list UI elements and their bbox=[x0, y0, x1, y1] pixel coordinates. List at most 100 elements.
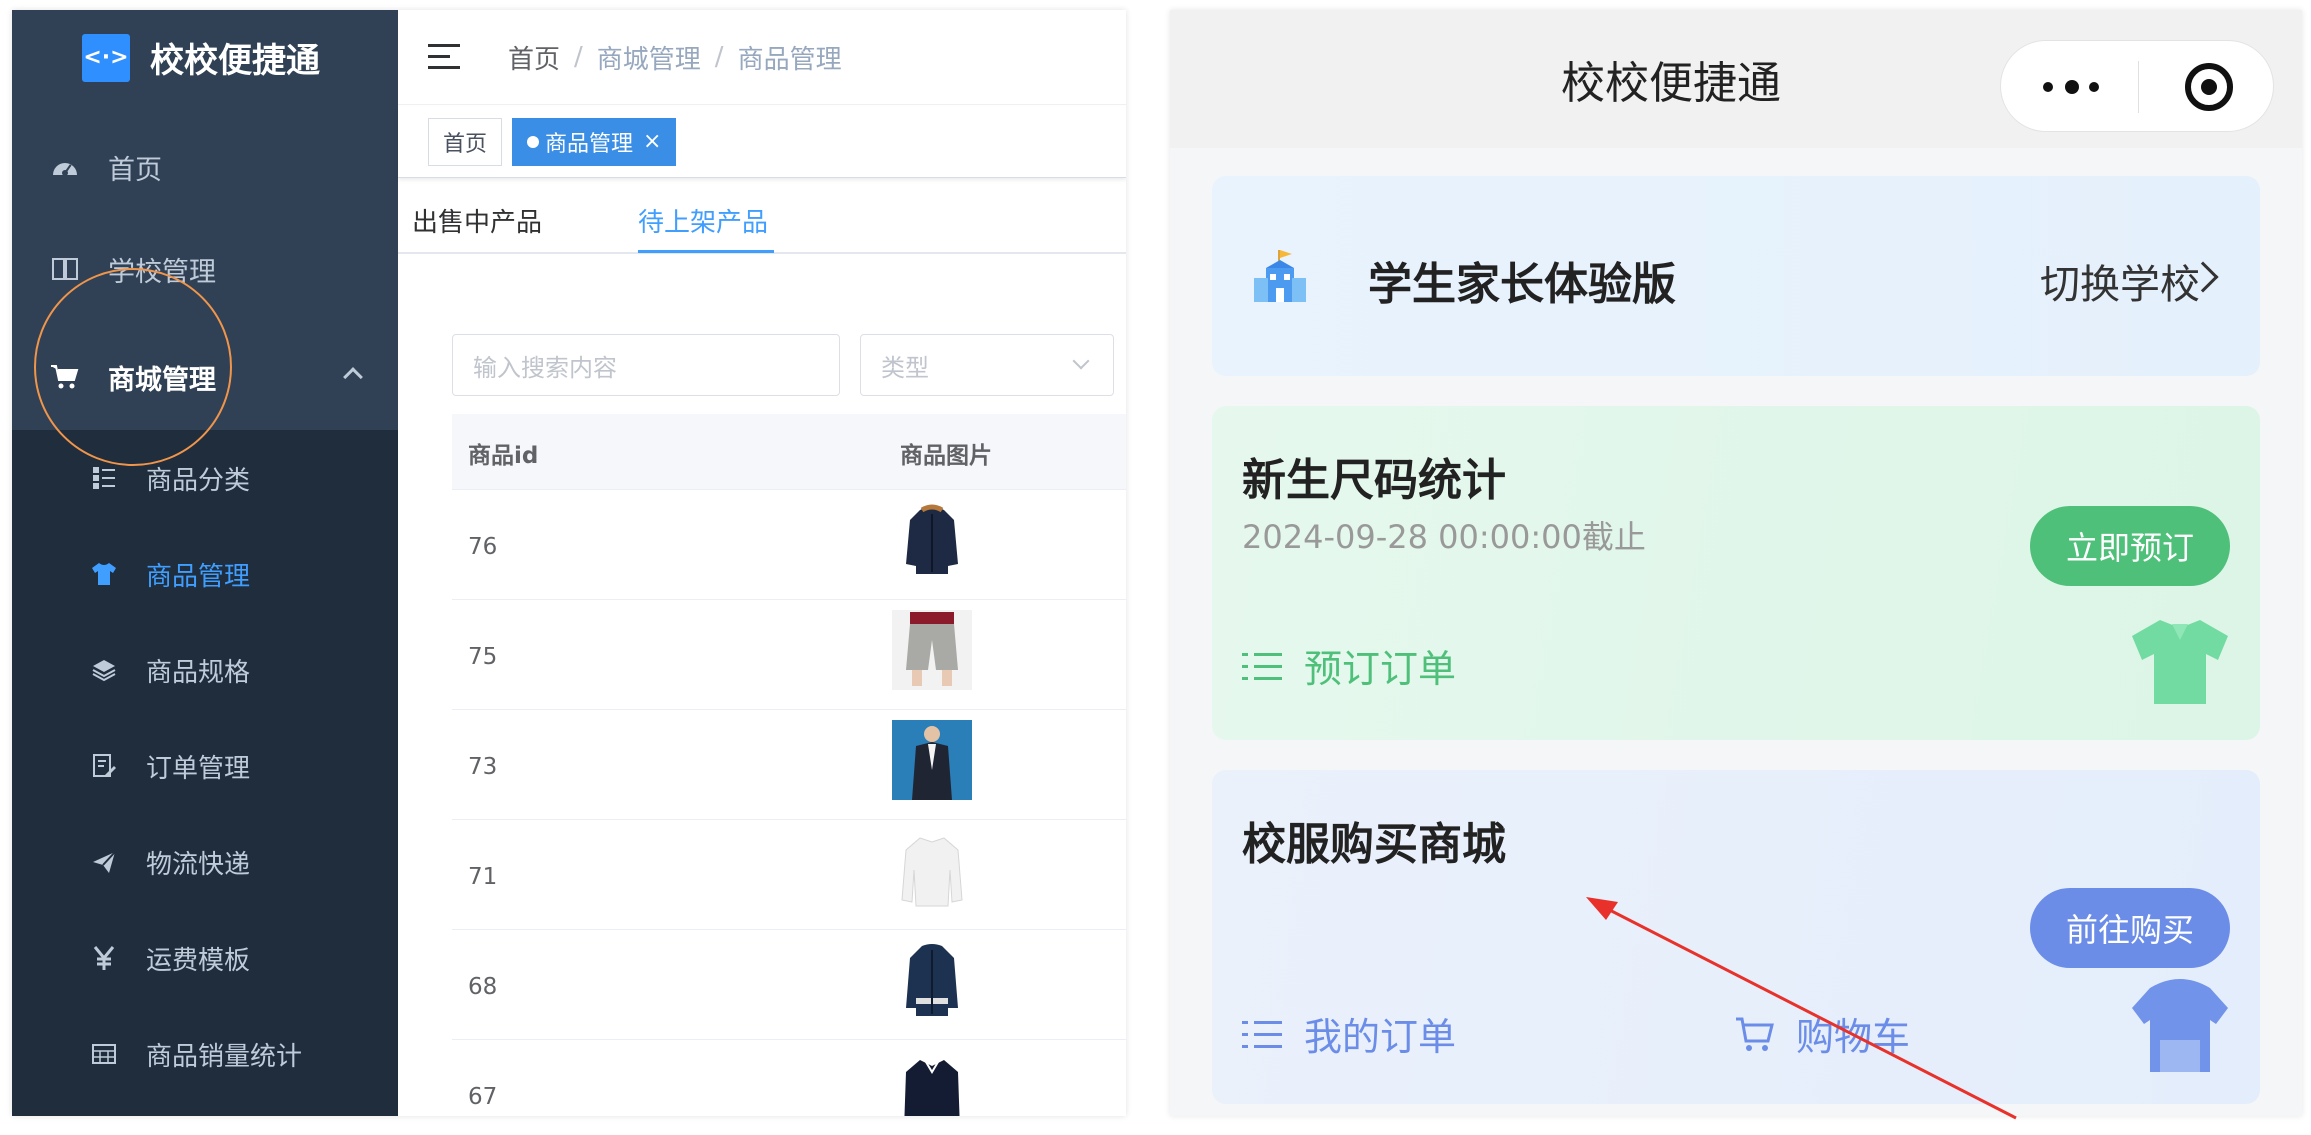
shirt-icon bbox=[88, 558, 120, 590]
submenu-mall: 商品分类 商品管理 商品规格 订单管理 物流快递 运费模板 商品销量统计 bbox=[12, 430, 398, 1116]
submenu-item-label: 订单管理 bbox=[146, 753, 251, 784]
table-row[interactable]: 71 bbox=[452, 820, 1126, 930]
more-dots-icon[interactable] bbox=[2043, 79, 2103, 95]
uniform-shop-card: 校服购买商城 前往购买 我的订单 购物车 bbox=[1212, 770, 2260, 1104]
tag-products[interactable]: 商品管理 × bbox=[512, 117, 677, 166]
cart-icon bbox=[1736, 1017, 1774, 1051]
cell-product-id: 73 bbox=[468, 754, 498, 780]
annotation-circle bbox=[34, 268, 232, 466]
navy-parka-thumbnail bbox=[892, 500, 972, 580]
close-icon[interactable]: × bbox=[643, 129, 661, 154]
active-dot-icon bbox=[527, 135, 540, 148]
category-icon bbox=[88, 462, 120, 494]
sidebar-logo[interactable]: <·> 校校便捷通 bbox=[12, 10, 398, 105]
type-select[interactable]: 类型 bbox=[860, 334, 1114, 396]
layers-icon bbox=[88, 654, 120, 686]
table-row[interactable]: 67 bbox=[452, 1040, 1126, 1116]
tab-selling[interactable]: 出售中产品 bbox=[412, 202, 542, 239]
submenu-item-label: 运费模板 bbox=[146, 945, 251, 976]
capsule-menu bbox=[2000, 40, 2274, 132]
table-header: 商品id 商品图片 bbox=[452, 414, 1126, 490]
table-row[interactable]: 76 bbox=[452, 490, 1126, 600]
tag-home[interactable]: 首页 bbox=[428, 117, 503, 166]
mini-program-screen: 校校便捷通 学生家长体验版 切换学校 新生尺码统计 2024-09-28 00:… bbox=[1170, 10, 2302, 1116]
close-target-icon[interactable] bbox=[2185, 63, 2233, 111]
capsule-divider bbox=[2138, 61, 2139, 113]
booking-orders-label: 预订订单 bbox=[1304, 647, 1457, 691]
shirt-illustration-icon bbox=[2132, 620, 2228, 704]
order-edit-icon bbox=[88, 750, 120, 782]
my-orders-label: 我的订单 bbox=[1304, 1015, 1457, 1059]
cell-product-id: 76 bbox=[468, 534, 498, 560]
product-tabs: 出售中产品 待上架产品 bbox=[398, 182, 1126, 254]
cell-product-id: 75 bbox=[468, 644, 498, 670]
submenu-item-products[interactable]: 商品管理 bbox=[12, 526, 398, 622]
submenu-item-specs[interactable]: 商品规格 bbox=[12, 622, 398, 718]
menu-toggle-icon[interactable] bbox=[428, 44, 460, 70]
submenu-item-orders[interactable]: 订单管理 bbox=[12, 718, 398, 814]
submenu-item-logistics[interactable]: 物流快递 bbox=[12, 814, 398, 910]
go-shopping-button[interactable]: 前往购买 bbox=[2030, 888, 2230, 968]
breadcrumb-mall[interactable]: 商城管理 bbox=[597, 39, 701, 76]
submenu-item-label: 商品规格 bbox=[146, 657, 251, 688]
header-product-id: 商品id bbox=[468, 443, 539, 469]
size-statistics-card: 新生尺码统计 2024-09-28 00:00:00截止 立即预订 预订订单 bbox=[1212, 406, 2260, 740]
submenu-item-label: 商品管理 bbox=[146, 561, 251, 592]
search-input[interactable]: 输入搜索内容 bbox=[452, 334, 840, 396]
list-icon bbox=[1242, 650, 1282, 682]
submenu-item-label: 商品销量统计 bbox=[146, 1041, 303, 1072]
breadcrumb-separator: / bbox=[574, 42, 583, 72]
breadcrumb-separator: / bbox=[714, 42, 724, 72]
screenshot-stage: <·> 校校便捷通 首页 学校管理 商城管理 商品分类 商品管理 商品规格 订单… bbox=[0, 0, 2311, 1135]
white-shirt-thumbnail bbox=[892, 830, 972, 910]
tags-view-bar: 首页 商品管理 × bbox=[398, 106, 1126, 178]
tag-label: 首页 bbox=[443, 131, 488, 157]
app-title: 校校便捷通 bbox=[150, 41, 320, 81]
tag-label: 商品管理 bbox=[545, 131, 634, 157]
logo-icon: <·> bbox=[82, 33, 130, 82]
submenu-item-category[interactable]: 商品分类 bbox=[12, 430, 398, 526]
shopping-cart-link[interactable]: 购物车 bbox=[1734, 1006, 1910, 1061]
uniform-illustration-icon bbox=[2132, 979, 2228, 1072]
list-icon bbox=[1242, 1018, 1282, 1050]
type-select-placeholder: 类型 bbox=[881, 353, 929, 382]
navy-polo-thumbnail bbox=[892, 1050, 972, 1116]
navy-jacket-thumbnail bbox=[892, 940, 972, 1020]
header-product-image: 商品图片 bbox=[900, 443, 992, 469]
submenu-item-sales-stats[interactable]: 商品销量统计 bbox=[12, 1006, 398, 1102]
breadcrumb-home[interactable]: 首页 bbox=[508, 39, 560, 76]
top-navbar: 首页 / 商城管理 / 商品管理 bbox=[398, 10, 1126, 105]
size-card-deadline: 2024-09-28 00:00:00截止 bbox=[1242, 518, 1646, 556]
submenu-item-freight[interactable]: 运费模板 bbox=[12, 910, 398, 1006]
tab-pending[interactable]: 待上架产品 bbox=[638, 202, 768, 239]
book-icon bbox=[48, 252, 82, 286]
table-row[interactable]: 73 bbox=[452, 710, 1126, 820]
table-grid-icon bbox=[88, 1038, 120, 1070]
mini-program-title: 校校便捷通 bbox=[1561, 58, 1781, 109]
submenu-item-label: 物流快递 bbox=[146, 849, 251, 880]
switch-school-link[interactable]: 切换学校 bbox=[2040, 252, 2200, 310]
table-row[interactable]: 68 bbox=[452, 930, 1126, 1040]
booking-orders-link[interactable]: 预订订单 bbox=[1242, 638, 1456, 693]
book-now-button[interactable]: 立即预订 bbox=[2030, 506, 2230, 586]
shop-card-title: 校服购买商城 bbox=[1242, 819, 1506, 870]
mini-program-header: 校校便捷通 bbox=[1170, 10, 2302, 148]
school-card: 学生家长体验版 切换学校 bbox=[1212, 176, 2260, 376]
sidebar-item-home[interactable]: 首页 bbox=[12, 122, 398, 212]
breadcrumb-current: 商品管理 bbox=[737, 44, 842, 75]
submenu-item-label: 商品分类 bbox=[146, 465, 251, 496]
chevron-up-icon bbox=[343, 367, 363, 387]
cell-product-id: 68 bbox=[468, 974, 498, 1000]
admin-panel: <·> 校校便捷通 首页 学校管理 商城管理 商品分类 商品管理 商品规格 订单… bbox=[12, 10, 1126, 1116]
table-row[interactable]: 75 bbox=[452, 600, 1126, 710]
school-card-title: 学生家长体验版 bbox=[1368, 259, 1676, 310]
sidebar: <·> 校校便捷通 首页 学校管理 商城管理 商品分类 商品管理 商品规格 订单… bbox=[12, 10, 398, 1116]
school-building-icon bbox=[1254, 250, 1306, 302]
yen-icon bbox=[88, 942, 120, 974]
my-orders-link[interactable]: 我的订单 bbox=[1242, 1006, 1456, 1061]
dashboard-icon bbox=[48, 150, 82, 184]
sidebar-item-label: 首页 bbox=[108, 154, 162, 186]
tab-active-indicator bbox=[638, 250, 774, 253]
size-card-title: 新生尺码统计 bbox=[1242, 455, 1506, 506]
grey-shorts-thumbnail bbox=[892, 610, 972, 690]
